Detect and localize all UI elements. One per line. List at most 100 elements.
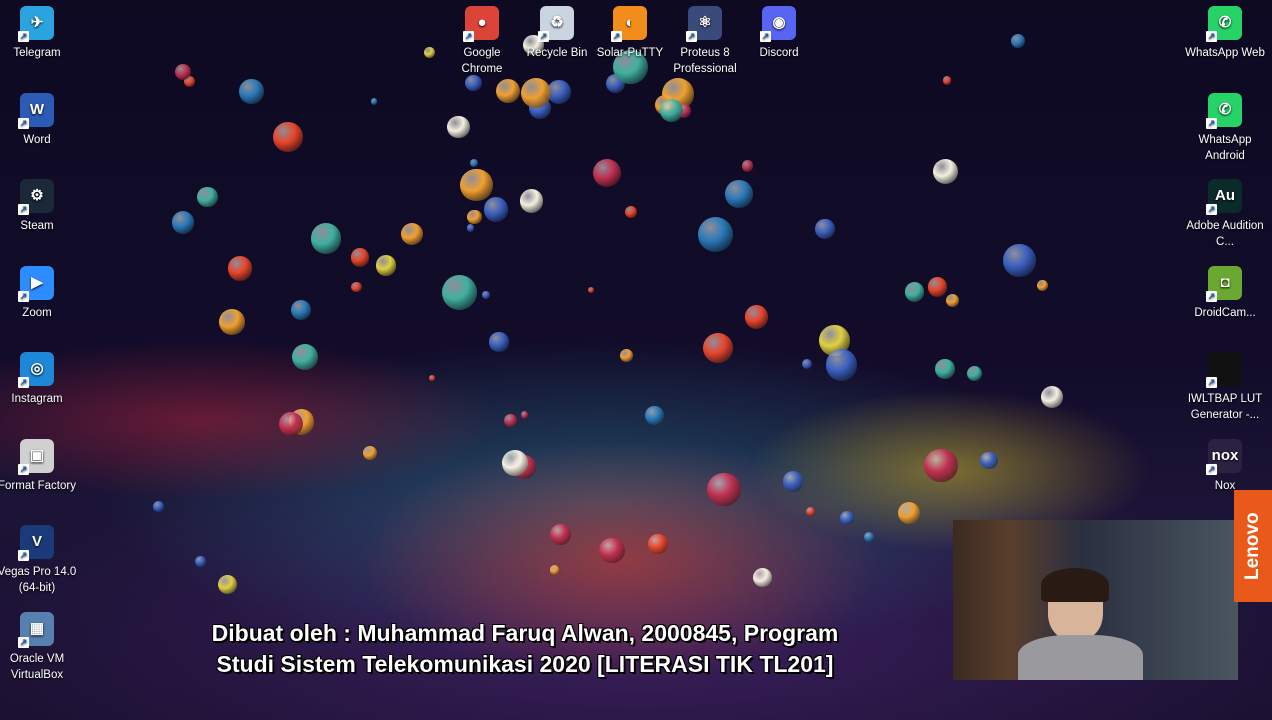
- paint-droplet: [619, 348, 633, 363]
- recycle-bin-icon: ♻: [538, 6, 574, 42]
- paint-droplet: [470, 158, 479, 167]
- desktop-icon-label: Telegram: [13, 47, 61, 59]
- paint-droplet: [272, 122, 303, 152]
- paint-droplet: [428, 374, 436, 382]
- paint-droplet: [698, 216, 734, 252]
- droidcam--icon: ◘: [1206, 265, 1242, 302]
- desktop-icon-telegram[interactable]: ✈ Telegram: [0, 6, 77, 61]
- paint-droplet: [227, 255, 253, 281]
- google-chrome-icon: ●: [463, 6, 499, 42]
- paint-droplet: [292, 343, 319, 370]
- desktop-icon-label: IWLTBAP LUT Generator -...: [1187, 393, 1263, 421]
- desktop-icon-label: DroidCam...: [1194, 306, 1256, 319]
- paint-droplet: [442, 275, 478, 311]
- paint-droplet: [279, 411, 303, 436]
- video-caption: Dibuat oleh : Muhammad Faruq Alwan, 2000…: [120, 618, 930, 680]
- instagram-icon: ◎: [18, 352, 54, 388]
- paint-droplet: [588, 286, 595, 293]
- paint-droplet: [290, 300, 311, 321]
- paint-droplet: [645, 406, 664, 425]
- paint-droplet: [932, 158, 959, 185]
- desktop-icon-whatsapp-android[interactable]: ✆ WhatsApp Android: [1185, 92, 1265, 164]
- desktop-icon-word[interactable]: W Word: [0, 92, 77, 148]
- paint-droplet: [218, 309, 245, 335]
- steam-icon: ⚙: [18, 179, 54, 215]
- lenovo-logo: Lenovo: [1234, 490, 1272, 602]
- paint-droplet: [904, 282, 924, 302]
- desktop-icon-iwltbap-lut-generator-[interactable]: IWLTBAP LUT Generator -...: [1185, 352, 1265, 423]
- paint-droplet: [935, 358, 955, 379]
- paint-droplet: [924, 448, 959, 483]
- paint-droplet: [1010, 33, 1025, 48]
- word-icon: W: [18, 92, 54, 129]
- desktop-icon-label: Word: [23, 133, 51, 146]
- paint-droplet: [460, 168, 493, 202]
- paint-droplet: [423, 46, 436, 59]
- desktop-icon-vegas-pro-14-0-64-bit-[interactable]: V Vegas Pro 14.0 (64-bit): [0, 525, 77, 596]
- paint-droplet: [350, 248, 370, 267]
- paint-droplet: [174, 63, 191, 80]
- paint-droplet: [1003, 244, 1036, 277]
- paint-droplet: [401, 223, 424, 246]
- paint-droplet: [196, 186, 218, 208]
- paint-droplet: [549, 565, 560, 575]
- paint-droplet: [707, 472, 741, 507]
- desktop-icon-google-chrome[interactable]: ● Google Chrome: [442, 6, 522, 77]
- desktop-icon-oracle-vm-virtualbox[interactable]: ▦ Oracle VM VirtualBox: [0, 611, 77, 683]
- desktop-icon-steam[interactable]: ⚙ Steam: [0, 179, 77, 234]
- paint-droplet: [805, 506, 816, 517]
- paint-droplet: [217, 574, 238, 594]
- paint-droplet: [598, 537, 625, 564]
- paint-droplet: [966, 365, 983, 381]
- paint-droplet: [897, 502, 920, 525]
- paint-droplet: [482, 291, 490, 300]
- paint-droplet: [466, 224, 475, 232]
- desktop-icon-label: Recycle Bin: [526, 47, 588, 59]
- desktop-icon-label: Format Factory: [0, 479, 76, 492]
- paint-droplet: [814, 219, 835, 239]
- paint-droplet: [310, 222, 342, 254]
- vegas-pro-14-0-64-bit--icon: V: [18, 525, 54, 561]
- paint-droplet: [375, 255, 397, 276]
- paint-droplet: [942, 76, 952, 85]
- nox-icon: nox: [1206, 438, 1242, 475]
- desktop-icon-label: Vegas Pro 14.0 (64-bit): [0, 566, 77, 594]
- desktop-icon-recycle-bin[interactable]: ♻ Recycle Bin: [517, 6, 597, 61]
- desktop-icon-label: Oracle VM VirtualBox: [9, 652, 65, 681]
- desktop-icon-nox[interactable]: noxNox: [1185, 438, 1265, 494]
- paint-droplet: [744, 305, 769, 329]
- paint-droplet: [702, 332, 734, 364]
- paint-droplet: [927, 277, 947, 297]
- desktop-icon-droidcam-[interactable]: ◘ DroidCam...: [1185, 265, 1265, 321]
- paint-droplet: [504, 414, 517, 427]
- paint-droplet: [825, 349, 858, 381]
- desktop-icon-proteus-8-professional[interactable]: ⚛ Proteus 8 Professional: [665, 6, 745, 77]
- desktop-icon-label: WhatsApp Web: [1185, 47, 1265, 59]
- desktop-icon-label: WhatsApp Android: [1198, 133, 1252, 162]
- desktop-icon-format-factory[interactable]: ▣ Format Factory: [0, 438, 77, 494]
- iwltbap-lut-generator--icon: [1206, 352, 1242, 388]
- desktop-icon-zoom[interactable]: ▶ Zoom: [0, 265, 77, 321]
- desktop-icon-adobe-audition-c-[interactable]: Au Adobe Audition C...: [1185, 179, 1265, 250]
- paint-droplet: [351, 282, 362, 293]
- paint-droplet: [624, 206, 637, 219]
- format-factory-icon: ▣: [18, 438, 54, 475]
- desktop-icon-whatsapp-web[interactable]: ✆ WhatsApp Web: [1185, 6, 1265, 61]
- paint-droplet: [521, 411, 529, 419]
- discord-icon: ◉: [760, 6, 796, 42]
- paint-droplet: [171, 211, 195, 234]
- paint-droplet: [467, 209, 482, 224]
- desktop-icon-label: Solar-PuTTY: [596, 47, 664, 59]
- zoom-icon: ▶: [18, 265, 54, 302]
- proteus-8-professional-icon: ⚛: [686, 6, 722, 42]
- caption-line-1: Dibuat oleh : Muhammad Faruq Alwan, 2000…: [211, 620, 839, 646]
- desktop-icon-instagram[interactable]: ◎ Instagram: [0, 352, 77, 407]
- desktop-icon-solar-putty[interactable]: ◐ Solar-PuTTY: [590, 6, 670, 61]
- whatsapp-android-icon: ✆: [1206, 92, 1242, 129]
- paint-droplet: [782, 470, 804, 492]
- paint-droplet: [370, 98, 378, 105]
- paint-droplet: [725, 180, 753, 208]
- desktop-icon-discord[interactable]: ◉ Discord: [739, 6, 819, 61]
- paint-droplet: [549, 524, 571, 546]
- paint-droplet: [447, 116, 470, 139]
